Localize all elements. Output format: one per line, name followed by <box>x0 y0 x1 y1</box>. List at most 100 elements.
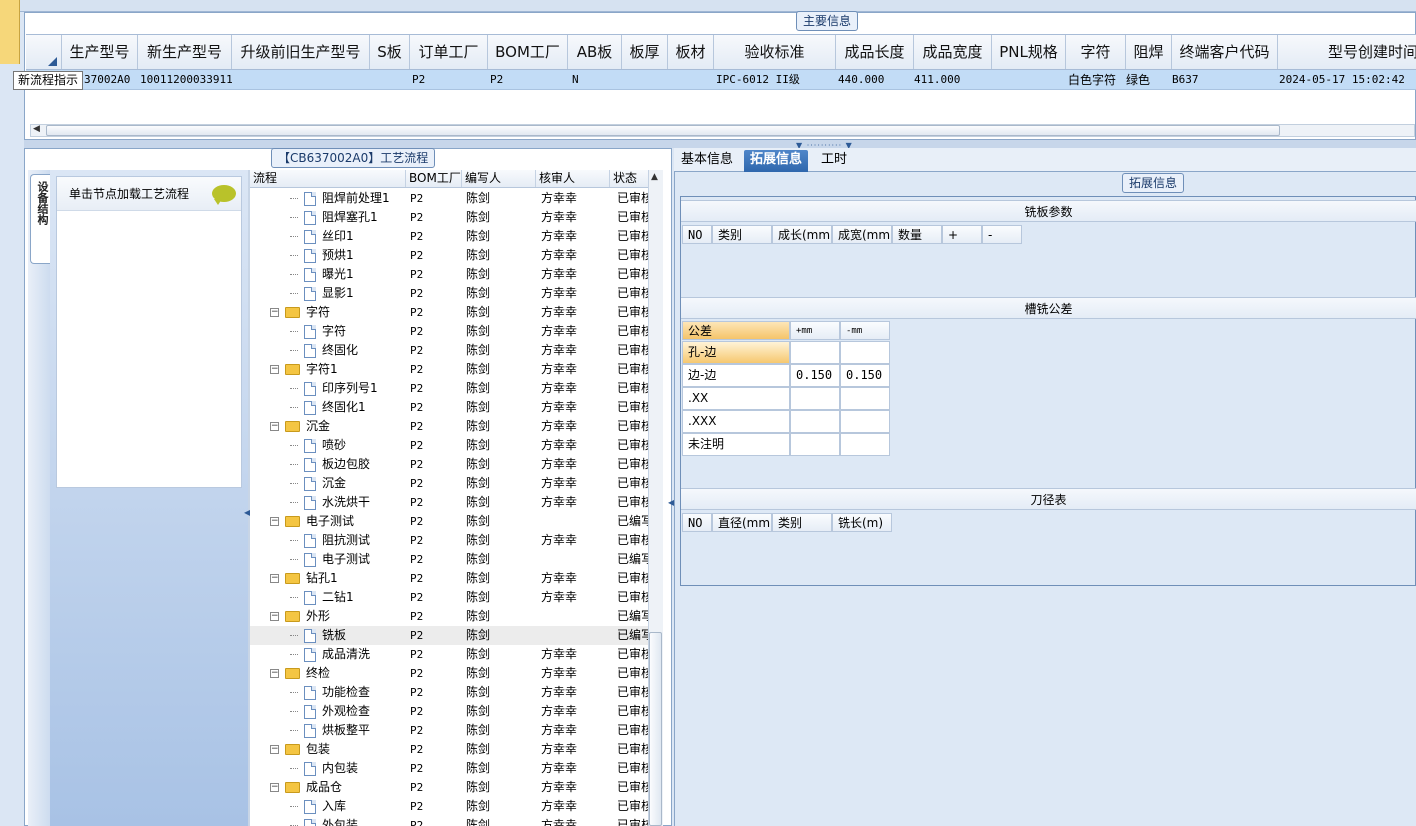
tree-node[interactable]: 成品清洗 <box>250 645 406 664</box>
tree-node[interactable]: 阻焊塞孔1 <box>250 208 406 227</box>
tree-row[interactable]: 铣板 P2 陈剑 已编写 <box>250 626 648 645</box>
tol-cell-label[interactable]: .XXX <box>682 410 790 433</box>
tree-row[interactable]: 显影1 P2 陈剑 方幸幸 已审核 <box>250 284 648 303</box>
col-old-model[interactable]: 升级前旧生产型号 <box>232 35 370 69</box>
tree-row[interactable]: 外包装 P2 陈剑 方幸幸 已审核 <box>250 816 648 826</box>
tree-row[interactable]: − 成品仓 P2 陈剑 方幸幸 已审核 <box>250 778 648 797</box>
tree-node[interactable]: 外包装 <box>250 816 406 826</box>
tree-node[interactable]: 丝印1 <box>250 227 406 246</box>
collapse-toggle-icon[interactable]: − <box>270 612 279 621</box>
col-width[interactable]: 成品宽度 <box>914 35 992 69</box>
tol-col-plus[interactable]: +mm <box>790 321 840 340</box>
tree-node[interactable]: 阻抗测试 <box>250 531 406 550</box>
horizontal-splitter[interactable] <box>24 140 1416 148</box>
col-pnl[interactable]: PNL规格 <box>992 35 1066 69</box>
tree-row[interactable]: − 终检 P2 陈剑 方幸幸 已审核 <box>250 664 648 683</box>
tree-node[interactable]: 外观检查 <box>250 702 406 721</box>
tol-cell-minus[interactable] <box>840 341 890 364</box>
tree-scroll-thumb[interactable] <box>649 632 662 826</box>
tree-row[interactable]: 终固化1 P2 陈剑 方幸幸 已审核 <box>250 398 648 417</box>
tool-col-no[interactable]: NO <box>682 513 712 532</box>
mill-col-category[interactable]: 类别 <box>712 225 772 244</box>
tree-node[interactable]: 板边包胶 <box>250 455 406 474</box>
tree-node[interactable]: 功能检查 <box>250 683 406 702</box>
tree-row[interactable]: 内包装 P2 陈剑 方幸幸 已审核 <box>250 759 648 778</box>
tol-cell-plus[interactable] <box>790 410 840 433</box>
col-thickness[interactable]: 板厚 <box>622 35 668 69</box>
tree-row[interactable]: − 沉金 P2 陈剑 方幸幸 已审核 <box>250 417 648 436</box>
tol-cell-label[interactable]: 未注明 <box>682 433 790 456</box>
tree-row[interactable]: 阻焊前处理1 P2 陈剑 方幸幸 已审核 <box>250 189 648 208</box>
tree-row[interactable]: 印序列号1 P2 陈剑 方幸幸 已审核 <box>250 379 648 398</box>
tool-col-diameter[interactable]: 直径(mm) <box>712 513 772 532</box>
collapse-toggle-icon[interactable]: − <box>270 783 279 792</box>
tree-node[interactable]: − 成品仓 <box>250 778 406 797</box>
tree-row[interactable]: − 包装 P2 陈剑 方幸幸 已审核 <box>250 740 648 759</box>
main-grid-row[interactable]: 37002A0 10011200033911 P2 P2 N IPC-6012 … <box>26 70 1416 90</box>
col-length[interactable]: 成品长度 <box>836 35 914 69</box>
tree-row[interactable]: 入库 P2 陈剑 方幸幸 已审核 <box>250 797 648 816</box>
tol-cell-label[interactable]: .XX <box>682 387 790 410</box>
th-bom[interactable]: BOM工厂 <box>406 170 462 187</box>
collapse-toggle-icon[interactable]: − <box>270 669 279 678</box>
tab-extended-info[interactable]: 拓展信息 <box>744 150 809 172</box>
tree-row[interactable]: 丝印1 P2 陈剑 方幸幸 已审核 <box>250 227 648 246</box>
tree-row[interactable]: 功能检查 P2 陈剑 方幸幸 已审核 <box>250 683 648 702</box>
tree-node[interactable]: − 沉金 <box>250 417 406 436</box>
mill-col-plus[interactable]: + <box>942 225 982 244</box>
col-bom-factory[interactable]: BOM工厂 <box>488 35 568 69</box>
collapse-toggle-icon[interactable]: − <box>270 308 279 317</box>
tree-node[interactable]: 终固化 <box>250 341 406 360</box>
tree-row[interactable]: 曝光1 P2 陈剑 方幸幸 已审核 <box>250 265 648 284</box>
tree-node[interactable]: 阻焊前处理1 <box>250 189 406 208</box>
tree-node[interactable]: − 钻孔1 <box>250 569 406 588</box>
col-ab-board[interactable]: AB板 <box>568 35 622 69</box>
tol-col-label[interactable]: 公差 <box>682 321 790 340</box>
tree-row[interactable]: − 字符 P2 陈剑 方幸幸 已审核 <box>250 303 648 322</box>
th-writer[interactable]: 编写人 <box>462 170 536 187</box>
tree-row[interactable]: − 外形 P2 陈剑 已编写 <box>250 607 648 626</box>
tree-row[interactable]: 喷砂 P2 陈剑 方幸幸 已审核 <box>250 436 648 455</box>
scroll-up-arrow-icon[interactable]: ▲ <box>651 172 658 182</box>
tree-row[interactable]: 水洗烘干 P2 陈剑 方幸幸 已审核 <box>250 493 648 512</box>
col-new-model[interactable]: 新生产型号 <box>138 35 232 69</box>
col-model[interactable]: 生产型号 <box>62 35 138 69</box>
tree-node[interactable]: 字符 <box>250 322 406 341</box>
tree-node[interactable]: − 字符1 <box>250 360 406 379</box>
col-standard[interactable]: 验收标准 <box>714 35 836 69</box>
tool-col-mill-length[interactable]: 铣长(m) <box>832 513 892 532</box>
collapse-toggle-icon[interactable]: − <box>270 574 279 583</box>
tree-row[interactable]: 二钻1 P2 陈剑 方幸幸 已审核 <box>250 588 648 607</box>
tree-node[interactable]: 入库 <box>250 797 406 816</box>
tree-node[interactable]: 喷砂 <box>250 436 406 455</box>
tree-node[interactable]: 预烘1 <box>250 246 406 265</box>
row-indicator-header[interactable] <box>26 35 62 69</box>
tol-cell-minus[interactable]: 0.150 <box>840 364 890 387</box>
mill-col-minus[interactable]: - <box>982 225 1022 244</box>
collapse-toggle-icon[interactable]: − <box>270 365 279 374</box>
tree-node[interactable]: 二钻1 <box>250 588 406 607</box>
side-tab-device-structure[interactable]: 设备结构 <box>30 174 50 264</box>
tree-row[interactable]: 终固化 P2 陈剑 方幸幸 已审核 <box>250 341 648 360</box>
tab-basic-info[interactable]: 基本信息 <box>675 150 739 172</box>
tree-row[interactable]: 预烘1 P2 陈剑 方幸幸 已审核 <box>250 246 648 265</box>
tree-row[interactable]: 板边包胶 P2 陈剑 方幸幸 已审核 <box>250 455 648 474</box>
tree-row[interactable]: − 字符1 P2 陈剑 方幸幸 已审核 <box>250 360 648 379</box>
tree-row[interactable]: 沉金 P2 陈剑 方幸幸 已审核 <box>250 474 648 493</box>
tol-cell-minus[interactable] <box>840 387 890 410</box>
th-flow[interactable]: 流程 <box>250 170 406 187</box>
col-material[interactable]: 板材 <box>668 35 714 69</box>
col-order-factory[interactable]: 订单工厂 <box>410 35 488 69</box>
tool-col-category[interactable]: 类别 <box>772 513 832 532</box>
tol-cell-plus[interactable]: 0.150 <box>790 364 840 387</box>
tree-row[interactable]: 成品清洗 P2 陈剑 方幸幸 已审核 <box>250 645 648 664</box>
tree-node[interactable]: 印序列号1 <box>250 379 406 398</box>
mill-col-no[interactable]: NO <box>682 225 712 244</box>
tree-row[interactable]: 电子测试 P2 陈剑 已编写 <box>250 550 648 569</box>
col-customer[interactable]: 终端客户代码 <box>1172 35 1278 69</box>
collapse-toggle-icon[interactable]: − <box>270 422 279 431</box>
tree-node[interactable]: − 字符 <box>250 303 406 322</box>
tree-node[interactable]: − 外形 <box>250 607 406 626</box>
tol-cell-plus[interactable] <box>790 387 840 410</box>
tree-node[interactable]: 显影1 <box>250 284 406 303</box>
